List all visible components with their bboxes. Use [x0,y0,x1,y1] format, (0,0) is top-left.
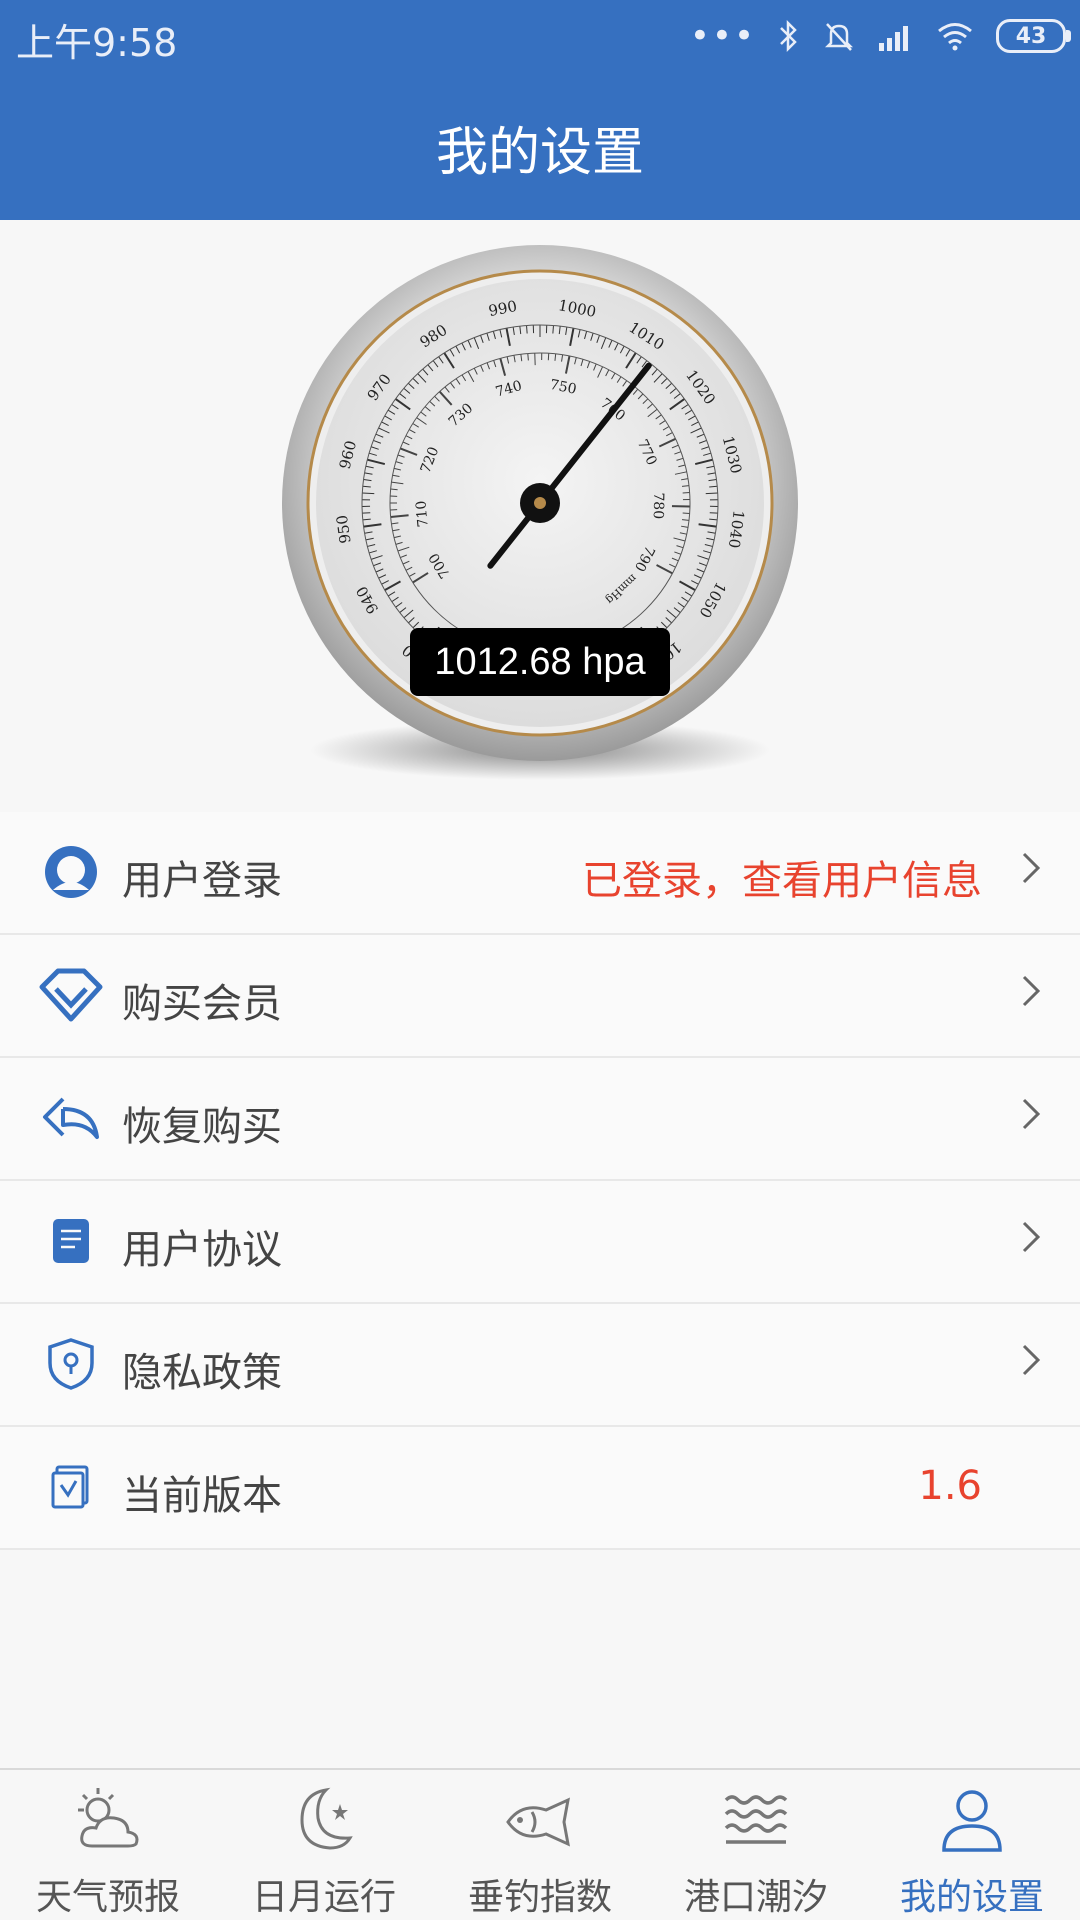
shield-lock-icon [36,1334,106,1394]
mbar-tick [705,492,718,495]
chevron-right-icon [1022,1221,1041,1253]
nav-tab-fishing[interactable]: 垂钓指数 [432,1770,648,1920]
settings-row-user-agreement[interactable]: 用户协议 [0,1181,1080,1304]
settings-row-current-version: 当前版本 1.6 [0,1427,1080,1550]
more-dots-icon: ••• [689,16,756,56]
mmhg-tick-label: 780 [650,492,667,519]
settings-row-label: 恢复购买 [122,1104,282,1150]
settings-row-label: 购买会员 [122,981,282,1027]
nav-label: 日月运行 [251,1877,396,1918]
settings-row-privacy-policy[interactable]: 隐私政策 [0,1304,1080,1427]
battery-level: 43 [1015,23,1047,49]
nav-tab-settings[interactable]: 我的设置 [864,1770,1080,1920]
bluetooth-icon [780,19,797,53]
diamond-icon [36,965,106,1025]
nav-tab-tides[interactable]: 港口潮汐 [648,1770,864,1920]
needle-pin [534,497,546,509]
bottom-navigation: 天气预报 日月运行 垂钓指数 港口潮汐 我的设置 [0,1768,1080,1920]
signal-icon [879,26,908,51]
status-bar: 上午9:58 ••• 43 [0,0,1080,70]
settings-row-label: 当前版本 [122,1473,282,1519]
nav-tab-sun-moon[interactable]: 日月运行 [216,1770,432,1920]
page-title: 我的设置 [435,123,644,183]
top-bar: 上午9:58 ••• 43 我的设置 [0,0,1080,220]
weather-icon [78,1788,139,1848]
reply-arrow-icon [36,1088,106,1148]
waves-icon [724,1795,788,1844]
fish-icon [506,1797,570,1847]
settings-row-user-login[interactable]: 用户登录 已登录，查看用户信息 [0,812,1080,935]
nav-label: 天气预报 [35,1877,180,1918]
user-circle-icon [36,842,106,902]
mbar-tick [362,492,375,495]
person-icon [942,1790,1002,1852]
status-time: 上午9:58 [16,21,178,65]
nav-tab-weather[interactable]: 天气预报 [0,1770,216,1920]
wifi-icon [938,23,972,51]
login-status: 已登录，查看用户信息 [582,858,982,904]
settings-row-label: 用户协议 [122,1227,282,1273]
status-icons: ••• 43 [689,14,1071,58]
mmhg-tick [390,488,398,491]
mute-bell-icon [824,23,854,51]
mmhg-tick-label: 710 [413,500,431,528]
settings-row-restore-purchase[interactable]: 恢复购买 [0,1058,1080,1181]
barometer-dial: 9309409509609709809901000101010201030104… [282,245,798,780]
version-icon [36,1457,106,1517]
chevron-right-icon [1022,975,1041,1007]
settings-list: 用户登录 已登录，查看用户信息 购买会员 恢复购买 用户协议 隐私政策 当前版本… [0,812,1080,1550]
settings-row-buy-membership[interactable]: 购买会员 [0,935,1080,1058]
chevron-right-icon [1022,852,1041,884]
version-number: 1.6 [918,1463,982,1509]
mbar-tick-label: 950 [333,514,355,545]
chevron-right-icon [1022,1344,1041,1376]
mmhg-tick [527,353,529,361]
mbar-tick [526,325,528,334]
chevron-right-icon [1022,1098,1041,1130]
battery-icon: 43 [996,19,1071,53]
pressure-readout: 1012.68 hpa [410,628,670,696]
nav-label: 我的设置 [899,1877,1044,1918]
barometer-gauge: 9309409509609709809901000101010201030104… [280,245,800,785]
nav-label: 垂钓指数 [467,1877,612,1918]
nav-label: 港口潮汐 [683,1877,828,1918]
settings-row-label: 隐私政策 [122,1350,282,1396]
document-icon [36,1211,106,1271]
moon-icon [300,1787,353,1850]
settings-row-label: 用户登录 [122,858,282,904]
mbar-tick [552,325,554,334]
